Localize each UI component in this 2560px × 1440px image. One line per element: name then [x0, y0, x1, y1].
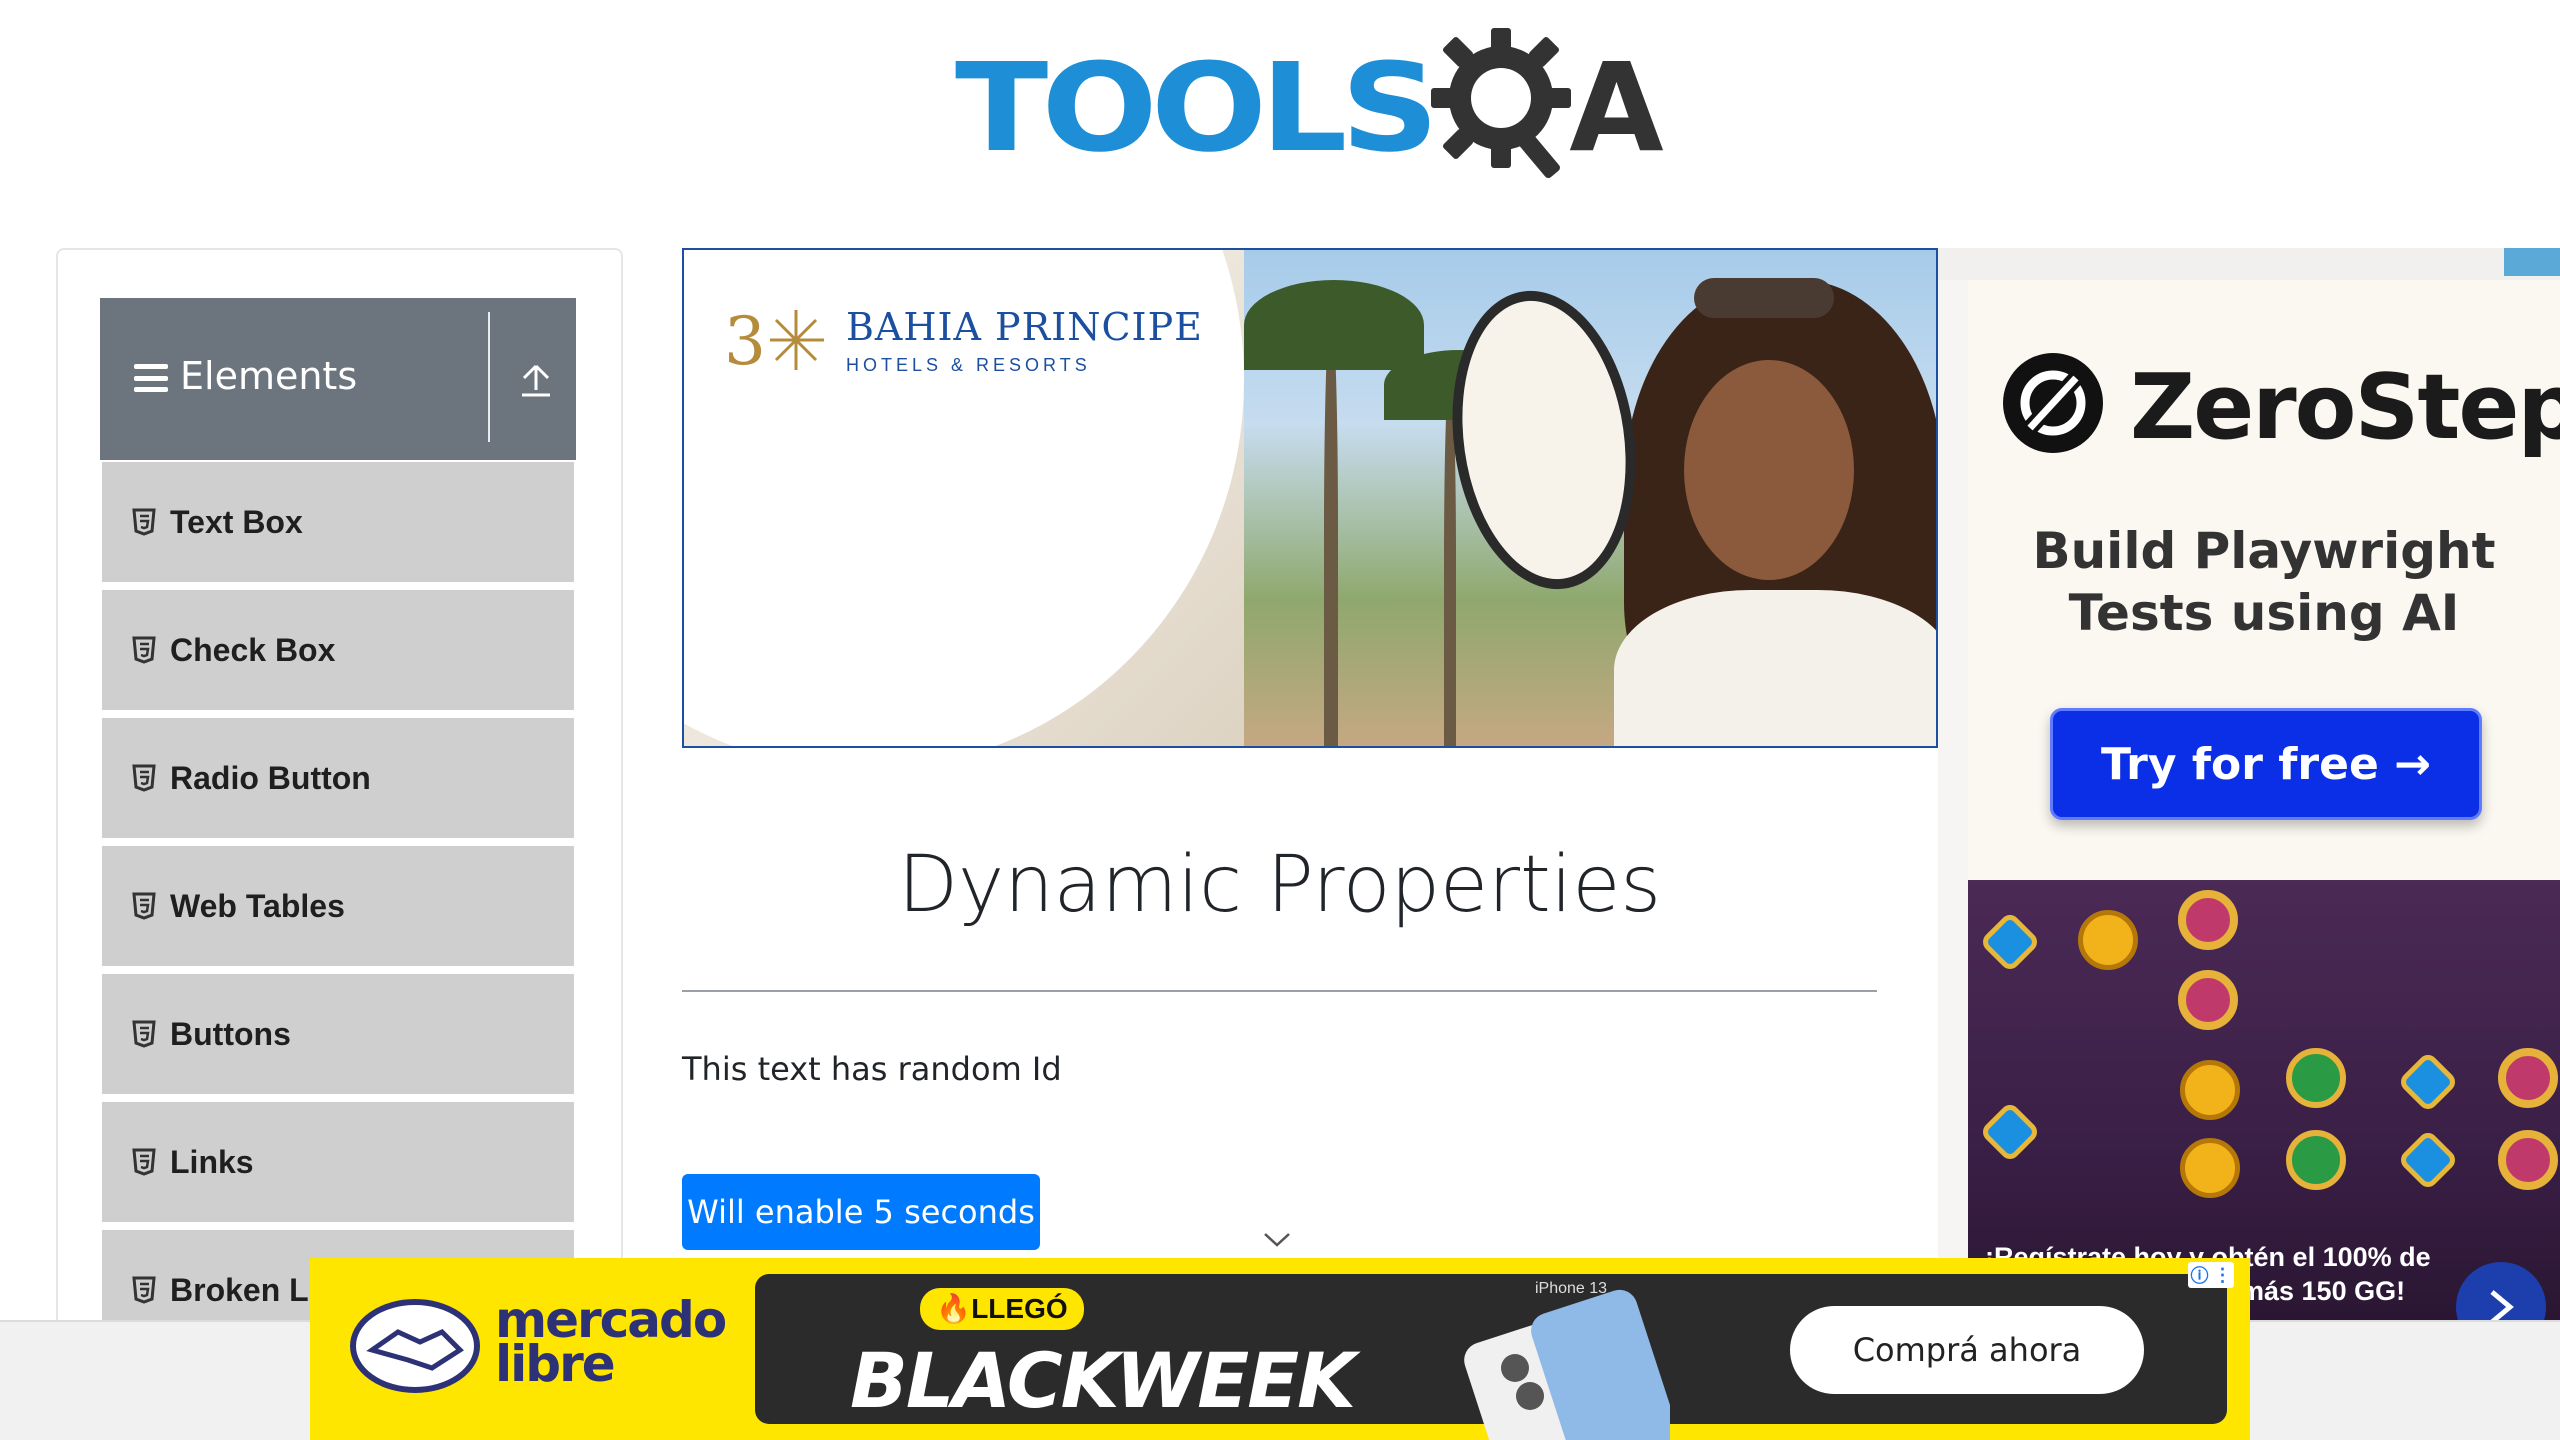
zerostep-logo-icon [2003, 353, 2103, 453]
gear-magnifier-icon [1431, 28, 1572, 179]
group-title: Elements [180, 354, 358, 398]
gem-icon [2396, 1128, 2460, 1192]
ad-info-icon[interactable]: ⓘ ⋮ [2188, 1262, 2234, 1288]
page-title: Dynamic Properties [898, 840, 1661, 930]
html5-icon [132, 1148, 156, 1176]
badge-text: LLEGÓ [971, 1293, 1068, 1324]
bahia-principe-banner-ad[interactable]: 3 BAHIA PRINCIPE HOTELS & RESORTS [682, 248, 1938, 748]
gem-icon [2180, 1060, 2240, 1120]
mercado-libre-wordmark: mercado libre [495, 1295, 727, 1389]
gem-icon [2180, 1138, 2240, 1198]
sidebar-item-web-tables[interactable]: Web Tables [102, 846, 574, 970]
logo-text: TOOLS [955, 37, 1439, 179]
enable-after-button[interactable]: Will enable 5 seconds [682, 1174, 1040, 1250]
palm-leaves [1244, 280, 1424, 370]
brand-subtitle: HOTELS & RESORTS [846, 354, 1091, 375]
random-id-text: This text has random Id [682, 1050, 1062, 1088]
html5-icon [132, 1276, 156, 1304]
ad-choices-icon[interactable] [2504, 248, 2560, 276]
tagline-line-1: Build Playwright [2032, 522, 2496, 580]
compra-ahora-button[interactable]: Comprá ahora [1790, 1306, 2144, 1394]
palm-trunk [1324, 310, 1338, 746]
sidebar-item-label: Check Box [170, 631, 336, 668]
sidebar-item-radio-button[interactable]: Radio Button [102, 718, 574, 842]
person-face [1684, 360, 1854, 580]
html5-icon [132, 764, 156, 792]
html5-icon [132, 508, 156, 536]
person-top [1614, 590, 1936, 746]
ad-strip [1938, 248, 2560, 280]
try-for-free-button[interactable]: Try for free → [2050, 708, 2482, 820]
zerostep-brand: ZeroStep [2130, 355, 2560, 460]
collapse-arrow-icon[interactable] [520, 362, 552, 398]
html5-icon [132, 636, 156, 664]
ring-icon [2498, 1130, 2558, 1190]
page: TOOLS A Elements Text Box Check Box Radi… [0, 0, 2560, 1440]
iphone-image [1464, 1289, 1670, 1440]
logo-suffix: A [1569, 37, 1664, 179]
blackweek-headline: BLACKWEEK [850, 1336, 1356, 1425]
bahia-brand: 3 BAHIA PRINCIPE HOTELS & RESORTS [724, 300, 1203, 380]
sidebar-item-buttons[interactable]: Buttons [102, 974, 574, 1098]
gem-icon [1978, 910, 2042, 974]
gem-icon [2286, 1048, 2346, 1108]
sidebar-item-label: Broken Li [170, 1271, 318, 1308]
toolsqa-logo[interactable]: TOOLS A [955, 28, 1664, 188]
sidebar-item-label: Web Tables [170, 887, 345, 924]
ring-icon [2178, 970, 2238, 1030]
zerostep-tagline: Build Playwright Tests using AI [1968, 520, 2560, 644]
bahia-sun-logo-icon: 3 [724, 303, 824, 380]
title-divider [682, 990, 1877, 992]
mercado-libre-ad[interactable]: mercado libre 🔥LLEGÓ BLACKWEEK iPhone 13… [310, 1258, 2250, 1440]
sidebar-item-links[interactable]: Links [102, 1102, 574, 1226]
sidebar-item-label: Radio Button [170, 759, 371, 796]
llego-badge: 🔥LLEGÓ [920, 1288, 1084, 1330]
ring-icon [2178, 890, 2238, 950]
sidebar-item-label: Text Box [170, 503, 303, 540]
elements-group-header[interactable]: Elements [100, 298, 576, 460]
gem-icon [2396, 1050, 2460, 1114]
svg-text:3: 3 [724, 303, 766, 380]
sidebar-item-label: Links [170, 1143, 254, 1180]
sidebar-item-check-box[interactable]: Check Box [102, 590, 574, 714]
tagline-line-2: Tests using AI [2068, 584, 2460, 642]
html5-icon [132, 892, 156, 920]
html5-icon [132, 1020, 156, 1048]
sunglasses [1694, 278, 1834, 318]
gem-icon [2286, 1130, 2346, 1190]
gem-icon [2078, 910, 2138, 970]
divider [488, 312, 490, 442]
sidebar-item-label: Buttons [170, 1015, 291, 1052]
ring-icon [2498, 1048, 2558, 1108]
chevron-down-icon[interactable] [1262, 1230, 1292, 1250]
menu-icon [134, 364, 168, 392]
brand-name: BAHIA PRINCIPE [846, 304, 1203, 349]
gem-icon [1978, 1100, 2042, 1164]
handshake-logo-icon [350, 1299, 480, 1393]
sidebar-item-text-box[interactable]: Text Box [102, 462, 574, 586]
